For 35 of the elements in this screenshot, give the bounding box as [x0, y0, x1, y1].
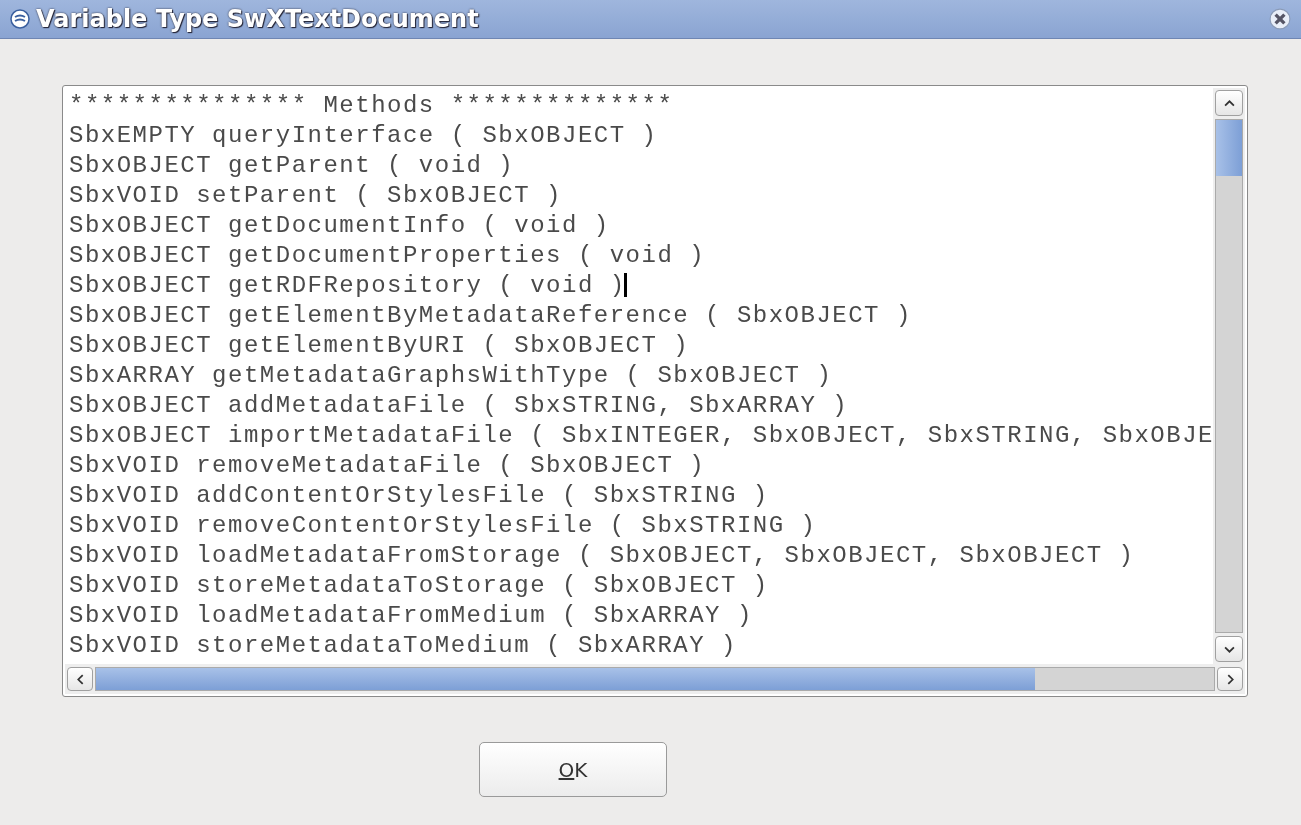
caret-left-icon [76, 673, 84, 685]
scroll-up-button[interactable] [1215, 90, 1243, 116]
listing-line: SbxVOID addContentOrStylesFile ( SbxSTRING ) [69, 481, 769, 509]
listing-line: SbxVOID loadMetadataFromStorage ( SbxOBJECT, SbxOBJECT, SbxOBJECT ) [69, 541, 1135, 569]
horizontal-scrollbar[interactable] [65, 664, 1245, 694]
vertical-scrollbar[interactable] [1213, 88, 1245, 664]
scroll-right-button[interactable] [1217, 667, 1243, 691]
listing-line: *************** Methods ************** [69, 91, 674, 119]
caret-up-icon [1223, 99, 1235, 107]
listing-line: SbxOBJECT getDocumentInfo ( void ) [69, 211, 610, 239]
ok-button[interactable]: OK [479, 742, 667, 797]
listing-line: SbxVOID removeMetadataFile ( SbxOBJECT ) [69, 451, 706, 479]
listing-line: SbxVOID storeMetadataToStorage ( SbxOBJECT ) [69, 571, 769, 599]
close-icon[interactable] [1269, 8, 1291, 30]
listing-line: SbxVOID setParent ( SbxOBJECT ) [69, 181, 562, 209]
listing-line: SbxEMPTY queryInterface ( SbxOBJECT ) [69, 121, 658, 149]
listing-line: SbxOBJECT importMetadataFile ( SbxINTEGER, SbxOBJECT, SbxSTRING, SbxOBJE [69, 421, 1213, 449]
scroll-thumb[interactable] [96, 668, 1036, 690]
listing-line: SbxOBJECT getDocumentProperties ( void ) [69, 241, 706, 269]
listing-line: SbxVOID loadMetadataFromMedium ( SbxARRAY ) [69, 601, 753, 629]
scroll-left-button[interactable] [67, 667, 93, 691]
window-title: Variable Type SwXTextDocument [36, 5, 479, 33]
scroll-thumb[interactable] [1216, 120, 1242, 176]
listing-line: SbxVOID storeMetadataToMedium ( SbxARRAY ) [69, 631, 737, 659]
listing-line: SbxOBJECT getElementByMetadataReference ( SbxOBJECT ) [69, 301, 912, 329]
listing-line: SbxARRAY getMetadataGraphsWithType ( SbxOBJECT ) [69, 361, 833, 389]
caret-down-icon [1223, 645, 1235, 653]
listing-line: SbxOBJECT getRDFRepository ( void ) [69, 271, 626, 299]
listing-line: SbxOBJECT getParent ( void ) [69, 151, 515, 179]
app-icon [10, 9, 30, 29]
listing-line: SbxOBJECT getElementByURI ( SbxOBJECT ) [69, 331, 690, 359]
listing-line: SbxVOID removeContentOrStylesFile ( SbxSTRING ) [69, 511, 817, 539]
caret-right-icon [1226, 673, 1234, 685]
listing-line: SbxOBJECT addMetadataFile ( SbxSTRING, SbxARRAY ) [69, 391, 849, 419]
scroll-down-button[interactable] [1215, 636, 1243, 662]
